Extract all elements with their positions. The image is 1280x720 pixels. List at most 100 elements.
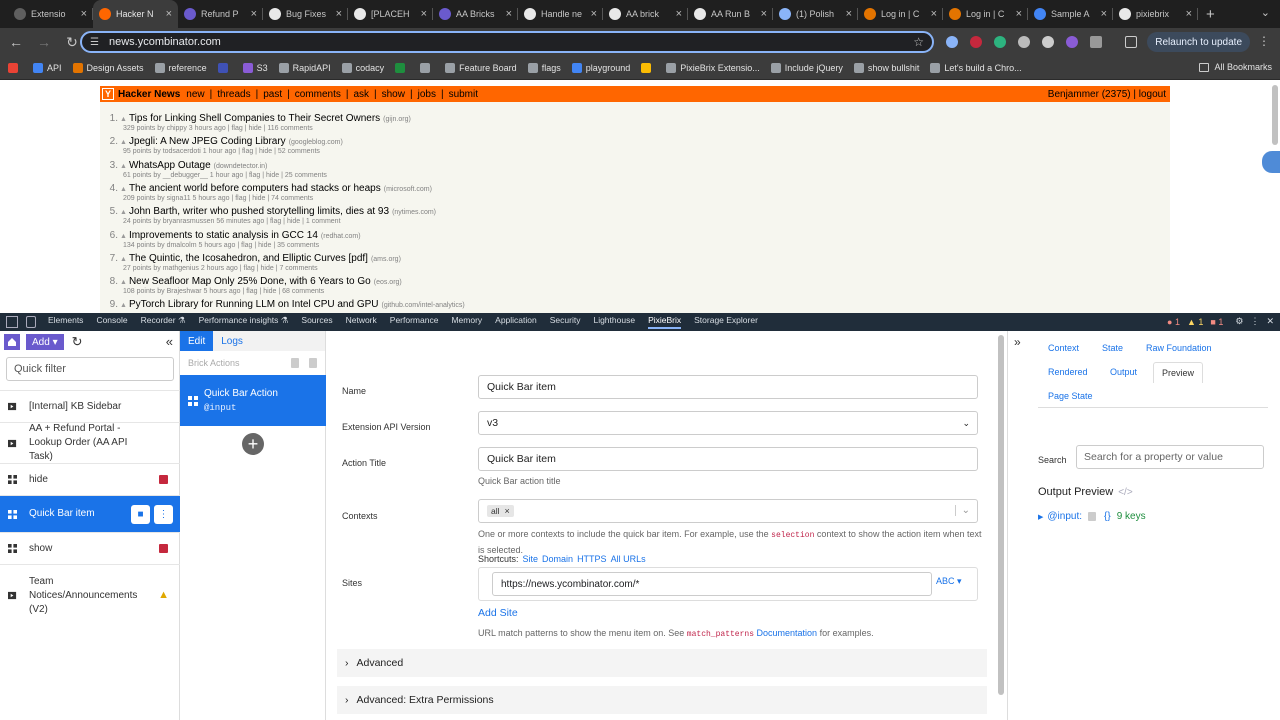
sidebar-item[interactable]: Quick Bar item ■ ⋮ (0, 495, 180, 532)
browser-tab[interactable]: AA brick × (603, 0, 688, 28)
story-title-link[interactable]: New Seafloor Map Only 25% Done, with 6 Y… (129, 276, 371, 287)
story-site[interactable]: (ams.org) (371, 256, 401, 263)
bookmark-item[interactable]: API (33, 62, 62, 73)
story-title-link[interactable]: Tips for Linking Shell Companies to Thei… (129, 113, 380, 124)
tab-page-state[interactable]: Page State (1048, 391, 1093, 401)
devtools-tab[interactable]: Memory (451, 315, 482, 329)
browser-tab[interactable]: Bug Fixes × (263, 0, 348, 28)
story-title-link[interactable]: WhatsApp Outage (129, 160, 211, 171)
browser-tab[interactable]: Log in | C × (943, 0, 1028, 28)
tab-search-icon[interactable]: ⌄ (1261, 6, 1270, 19)
close-tab-icon[interactable]: × (421, 8, 427, 20)
tab-rendered[interactable]: Rendered (1048, 367, 1088, 377)
bookmark-star-icon[interactable]: ☆ (913, 35, 924, 49)
story-title-link[interactable]: Jpegli: A New JPEG Coding Library (129, 136, 286, 147)
devtools-menu-icon[interactable]: ⋮ (1250, 316, 1259, 327)
home-button[interactable] (4, 334, 20, 350)
shortcut-all-urls[interactable]: All URLs (611, 554, 646, 564)
save-icon[interactable]: ■ (131, 504, 150, 524)
remove-chip-icon[interactable]: × (505, 506, 510, 516)
quick-filter-input[interactable]: Quick filter (6, 357, 174, 381)
close-tab-icon[interactable]: × (251, 8, 257, 20)
advanced-section[interactable]: › Advanced (337, 649, 987, 677)
browser-tab[interactable]: (1) Polish × (773, 0, 858, 28)
relaunch-button[interactable]: Relaunch to update (1147, 32, 1250, 52)
pixiebrix-extension-icon[interactable] (1066, 36, 1078, 48)
close-tab-icon[interactable]: × (846, 8, 852, 20)
sidebar-item[interactable]: Team Notices/Announcements (V2) ▲ (0, 564, 180, 626)
extension-icon[interactable] (970, 36, 982, 48)
hn-nav-threads[interactable]: threads (217, 89, 250, 100)
close-tab-icon[interactable]: × (591, 8, 597, 20)
bookmark-item[interactable]: S3 (242, 62, 268, 73)
bookmark-item[interactable]: Design Assets (72, 62, 144, 73)
shortcut-https[interactable]: HTTPS (577, 554, 607, 564)
devtools-tab[interactable]: Recorder ⚗ (141, 315, 186, 329)
inspect-icon[interactable] (6, 316, 18, 328)
copy-icon[interactable] (1088, 512, 1097, 521)
bookmark-item[interactable] (641, 62, 655, 73)
upvote-icon[interactable]: ▲ (120, 256, 127, 263)
name-field[interactable]: Quick Bar item (478, 375, 978, 399)
close-tab-icon[interactable]: × (761, 8, 767, 20)
hn-nav-past[interactable]: past (263, 89, 282, 100)
browser-tab[interactable]: [PLACEH × (348, 0, 433, 28)
story-title-link[interactable]: John Barth, writer who pushed storytelli… (129, 206, 389, 217)
close-icon[interactable]: ✕ (1266, 316, 1274, 327)
collapse-panel-icon[interactable]: » (1014, 335, 1021, 349)
sidebar-item[interactable]: [Internal] KB Sidebar (0, 390, 180, 422)
page-scrollbar[interactable] (1272, 85, 1278, 145)
story-site[interactable]: (eos.org) (374, 279, 402, 286)
contexts-multiselect[interactable]: all × ⌄ (478, 499, 978, 523)
hn-brand[interactable]: Hacker News (118, 89, 180, 100)
issues-count[interactable]: ■ 1 (1210, 317, 1223, 327)
pixiebrix-sidebar-toggle[interactable] (1262, 151, 1280, 173)
hn-nav-show[interactable]: show (382, 89, 405, 100)
story-site[interactable]: (nytimes.com) (392, 209, 436, 216)
bookmark-item[interactable]: Let's build a Chro... (930, 62, 1022, 73)
more-options-icon[interactable]: ⋮ (154, 504, 173, 524)
devtools-tab[interactable]: Elements (48, 315, 83, 329)
site-info-icon[interactable]: ☰ (90, 37, 99, 48)
extension-icon[interactable] (946, 36, 958, 48)
devtools-tab[interactable]: Storage Explorer (694, 315, 758, 329)
close-tab-icon[interactable]: × (676, 8, 682, 20)
story-title-link[interactable]: The Quintic, the Icosahedron, and Ellipt… (129, 253, 368, 264)
device-toolbar-icon[interactable] (26, 316, 36, 328)
add-site-button[interactable]: Add Site (478, 607, 518, 619)
close-tab-icon[interactable]: × (931, 8, 937, 20)
site-pattern-input[interactable]: https://news.ycombinator.com/* (492, 572, 932, 596)
story-title-link[interactable]: Improvements to static analysis in GCC 1… (129, 230, 318, 241)
tab-raw-foundation[interactable]: Raw Foundation (1146, 343, 1212, 353)
story-site[interactable]: (microsoft.com) (384, 186, 432, 193)
story-title-link[interactable]: PyTorch Library for Running LLM on Intel… (129, 299, 379, 310)
browser-tab[interactable]: Hacker N × (93, 0, 178, 28)
sidebar-item[interactable]: show (0, 532, 180, 564)
warning-count[interactable]: ▲ 1 (1187, 317, 1203, 327)
hn-nav-submit[interactable]: submit (449, 89, 478, 100)
tab-output[interactable]: Output (1110, 367, 1137, 377)
devtools-tab[interactable]: Sources (301, 315, 332, 329)
devtools-tab[interactable]: Performance (390, 315, 439, 329)
expand-triangle-icon[interactable]: ▶ (1038, 513, 1043, 521)
back-icon[interactable]: ← (4, 30, 28, 54)
refresh-icon[interactable]: ↻ (72, 334, 83, 350)
chevron-down-icon[interactable]: ⌄ (954, 505, 970, 516)
error-count[interactable]: ● 1 (1167, 317, 1180, 327)
close-tab-icon[interactable]: × (81, 8, 87, 20)
extension-icon[interactable] (1018, 36, 1030, 48)
browser-tab[interactable]: Log in | C × (858, 0, 943, 28)
add-button[interactable]: Add ▾ (26, 334, 64, 350)
story-site[interactable]: (redhat.com) (321, 233, 361, 240)
forward-icon[interactable]: → (32, 30, 56, 54)
action-title-field[interactable]: Quick Bar item (478, 447, 978, 471)
hn-logo[interactable]: Y (102, 88, 114, 100)
apps-icon[interactable] (8, 62, 22, 73)
hn-nav-ask[interactable]: ask (353, 89, 369, 100)
upvote-icon[interactable]: ▲ (120, 116, 127, 123)
editor-scrollbar[interactable] (998, 335, 1004, 695)
browser-tab[interactable]: Sample A × (1028, 0, 1113, 28)
upvote-icon[interactable]: ▲ (120, 209, 127, 216)
upvote-icon[interactable]: ▲ (120, 233, 127, 240)
tab-preview[interactable]: Preview (1153, 362, 1204, 383)
